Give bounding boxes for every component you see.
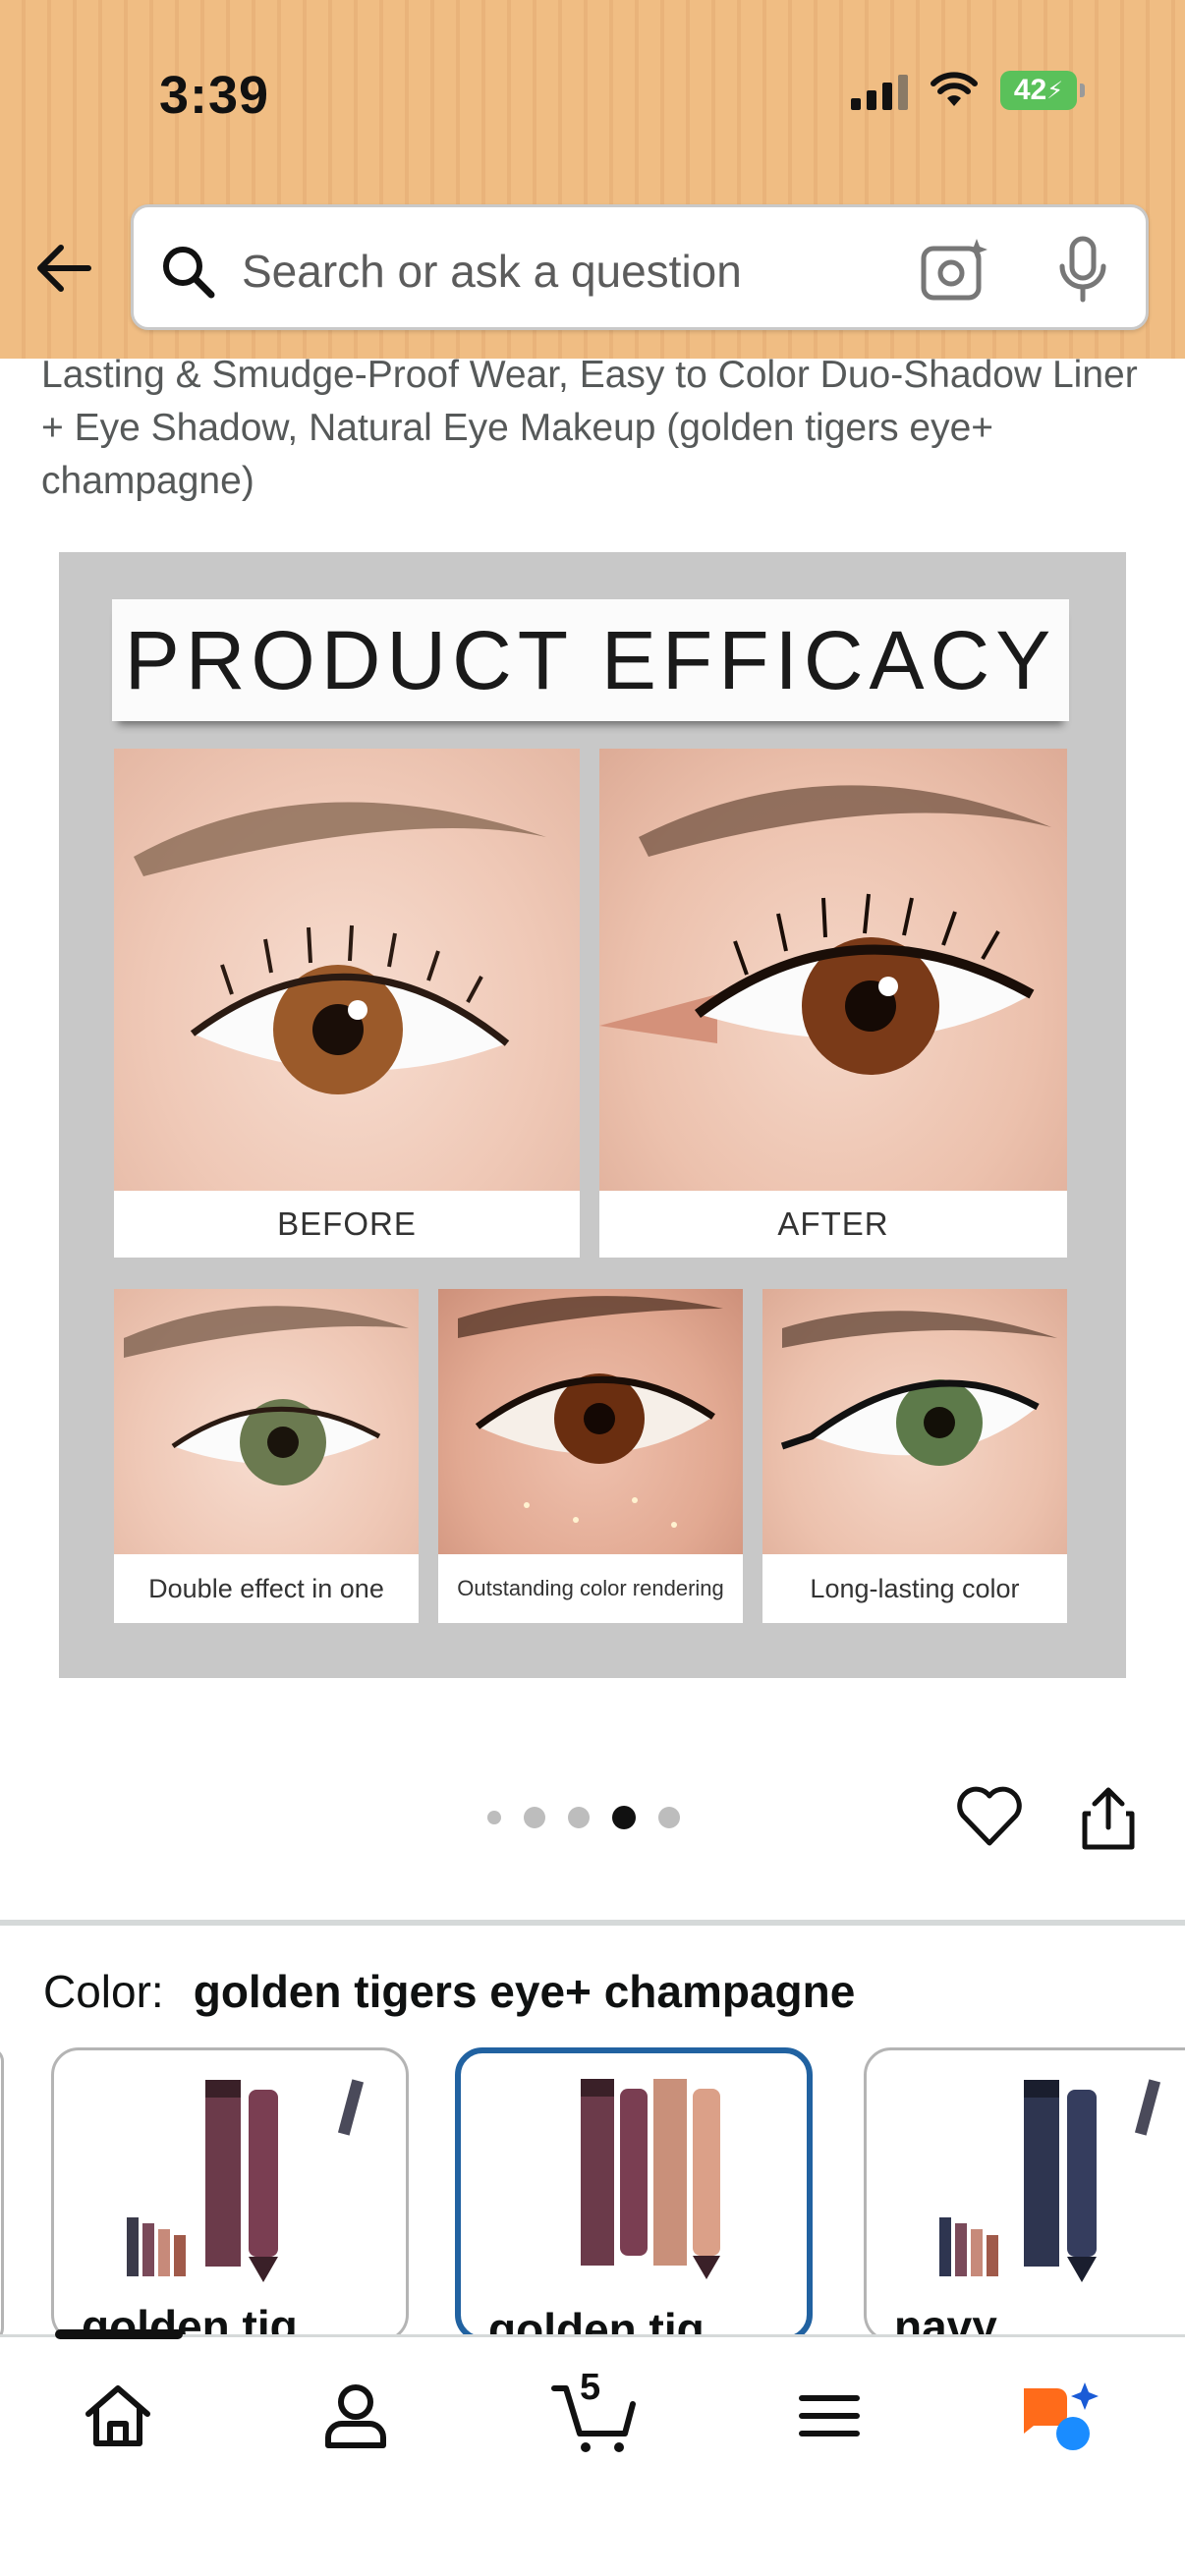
search-bar[interactable]: Search or ask a question [131,204,1149,330]
carousel-dot[interactable] [568,1807,590,1828]
color-swatch-selected[interactable]: golden tig... [455,2047,813,2342]
microphone-icon[interactable] [1053,235,1112,306]
carousel-dot[interactable] [524,1807,545,1828]
carousel-dot[interactable] [487,1811,501,1824]
before-panel: BEFORE [114,749,580,1258]
color-swatch[interactable]: golden tig... [51,2047,409,2342]
after-panel: AFTER [599,749,1067,1258]
color-rendering-panel: Outstanding color rendering [438,1289,743,1623]
product-title: Lasting & Smudge-Proof Wear, Easy to Col… [41,354,1138,502]
status-icons: 42 ⚡ [851,71,1085,110]
status-time: 3:39 [159,66,270,125]
caption-3: Long-lasting color [810,1573,1020,1603]
heart-icon[interactable] [955,1784,1024,1849]
color-selection: Color: golden tigers eye+ champagne [43,1965,855,2018]
carousel-dot-active[interactable] [612,1806,636,1829]
home-icon[interactable] [79,2377,157,2455]
selected-color-value: golden tigers eye+ champagne [193,1966,856,2017]
top-header: 3:39 42 ⚡ Search or ask a question [0,0,1185,359]
after-eye-photo [599,749,1067,1191]
caption-1: Double effect in one [148,1573,384,1603]
account-icon[interactable] [316,2377,395,2455]
battery-icon: 42 ⚡ [1000,71,1085,110]
swatch-product-image [127,2079,365,2282]
cellular-signal-icon [851,71,908,110]
swatch-product-image [939,2079,1161,2282]
menu-icon[interactable] [790,2377,869,2455]
bottom-navigation: 5 [0,2329,1185,2576]
share-icon[interactable] [1079,1784,1138,1851]
rufus-icon[interactable] [1018,2377,1106,2455]
shimmer-eye-photo [438,1289,743,1554]
section-divider [0,1920,1185,1926]
swatch-product-image [581,2079,720,2279]
search-icon [163,247,215,299]
battery-level: 42 [1013,74,1047,106]
carousel-dots[interactable] [487,1806,680,1829]
camera-search-icon[interactable] [920,237,988,302]
green-eye-photo [114,1289,419,1554]
liner-eye-photo [762,1289,1067,1554]
back-arrow-icon[interactable] [33,238,94,299]
color-swatch[interactable]: navy [864,2047,1185,2342]
color-label: Color: [43,1966,164,2017]
efficacy-banner: PRODUCT EFFICACY [112,599,1069,721]
wifi-icon [931,72,978,106]
cart-count-badge: 5 [580,2367,601,2408]
before-eye-photo [114,749,580,1191]
swatch-partial[interactable] [0,2047,4,2342]
active-tab-indicator [55,2329,183,2339]
double-effect-panel: Double effect in one [114,1289,419,1623]
product-image[interactable]: PRODUCT EFFICACY BEFORE AFTER Double eff… [59,552,1126,1678]
before-label: BEFORE [277,1205,417,1242]
search-input[interactable]: Search or ask a question [242,245,742,298]
long-lasting-panel: Long-lasting color [762,1289,1067,1623]
caption-2: Outstanding color rendering [457,1576,724,1600]
carousel-dot[interactable] [658,1807,680,1828]
after-label: AFTER [777,1205,889,1242]
